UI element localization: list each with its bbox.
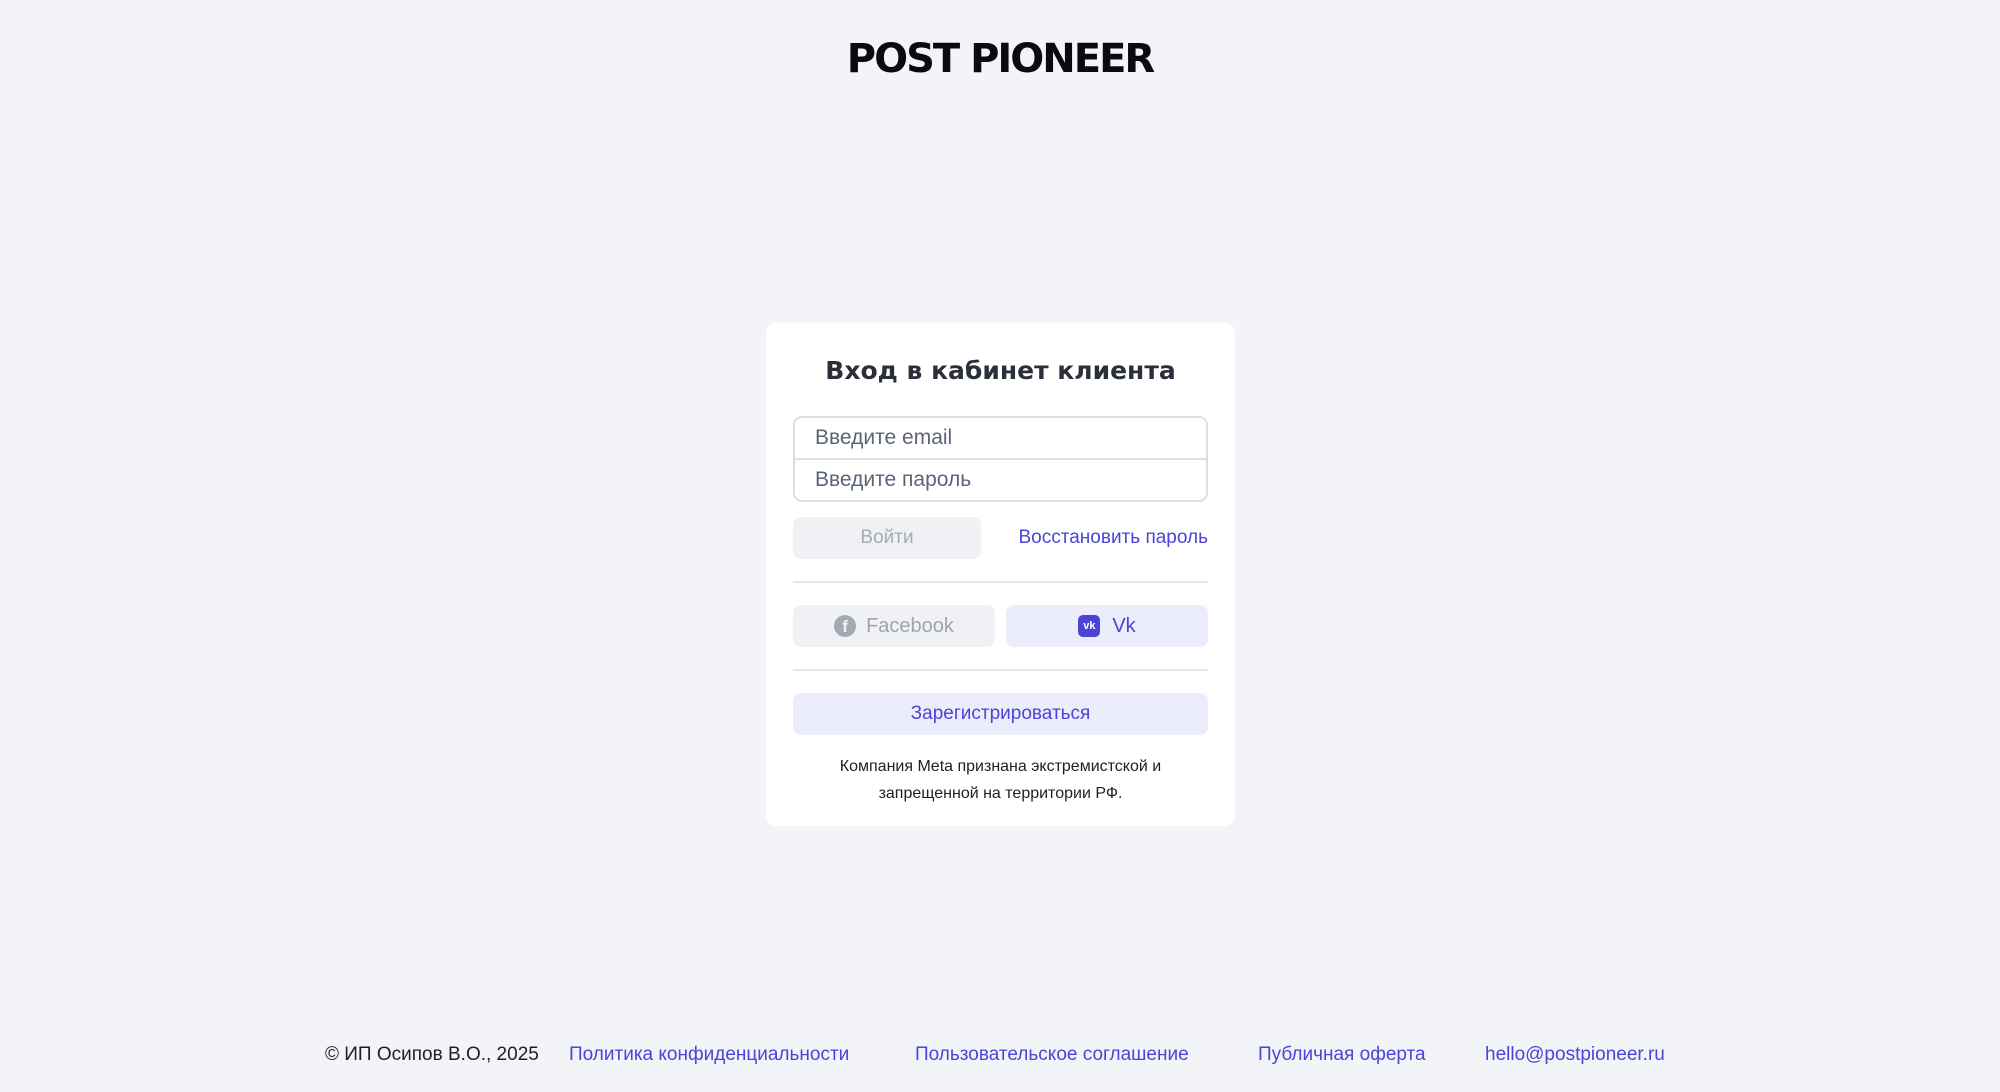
login-page: POST PIONEER Вход в кабинет клиента Войт… [0, 0, 2000, 1092]
public-offer-link[interactable]: Публичная оферта [1258, 1040, 1426, 1070]
vk-icon: vk [1078, 615, 1101, 637]
footer: © ИП Осипов В.О., 2025 Политика конфиден… [0, 1040, 2000, 1070]
vk-label: Vk [1112, 614, 1136, 637]
user-agreement-link[interactable]: Пользовательское соглашение [915, 1040, 1189, 1070]
divider [793, 669, 1208, 671]
copyright: © ИП Осипов В.О., 2025 [325, 1044, 539, 1065]
contact-email-link[interactable]: hello@postpioneer.ru [1485, 1040, 1665, 1070]
login-actions: Войти Восстановить пароль [793, 517, 1208, 559]
brand-logo[interactable]: POST PIONEER [0, 36, 2000, 82]
password-input[interactable] [795, 460, 1206, 500]
credentials-group [793, 416, 1208, 502]
vk-login-button[interactable]: vk Vk [1006, 605, 1208, 647]
facebook-login-button[interactable]: f Facebook [793, 605, 995, 647]
privacy-policy-link[interactable]: Политика конфиденциальности [569, 1040, 849, 1070]
facebook-label: Facebook [866, 614, 954, 637]
recover-password-link[interactable]: Восстановить пароль [1019, 527, 1209, 549]
divider [793, 581, 1208, 583]
email-input[interactable] [795, 418, 1206, 458]
meta-notice: Компания Meta признана экстремистской и … [839, 758, 1162, 802]
facebook-icon: f [834, 615, 857, 637]
social-login: f Facebook vk Vk [793, 605, 1208, 647]
login-title: Вход в кабинет клиента [825, 356, 1176, 385]
login-button[interactable]: Войти [793, 517, 981, 559]
login-card: Вход в кабинет клиента Войти Восстановит… [766, 323, 1235, 826]
register-button[interactable]: Зарегистрироваться [793, 693, 1208, 735]
